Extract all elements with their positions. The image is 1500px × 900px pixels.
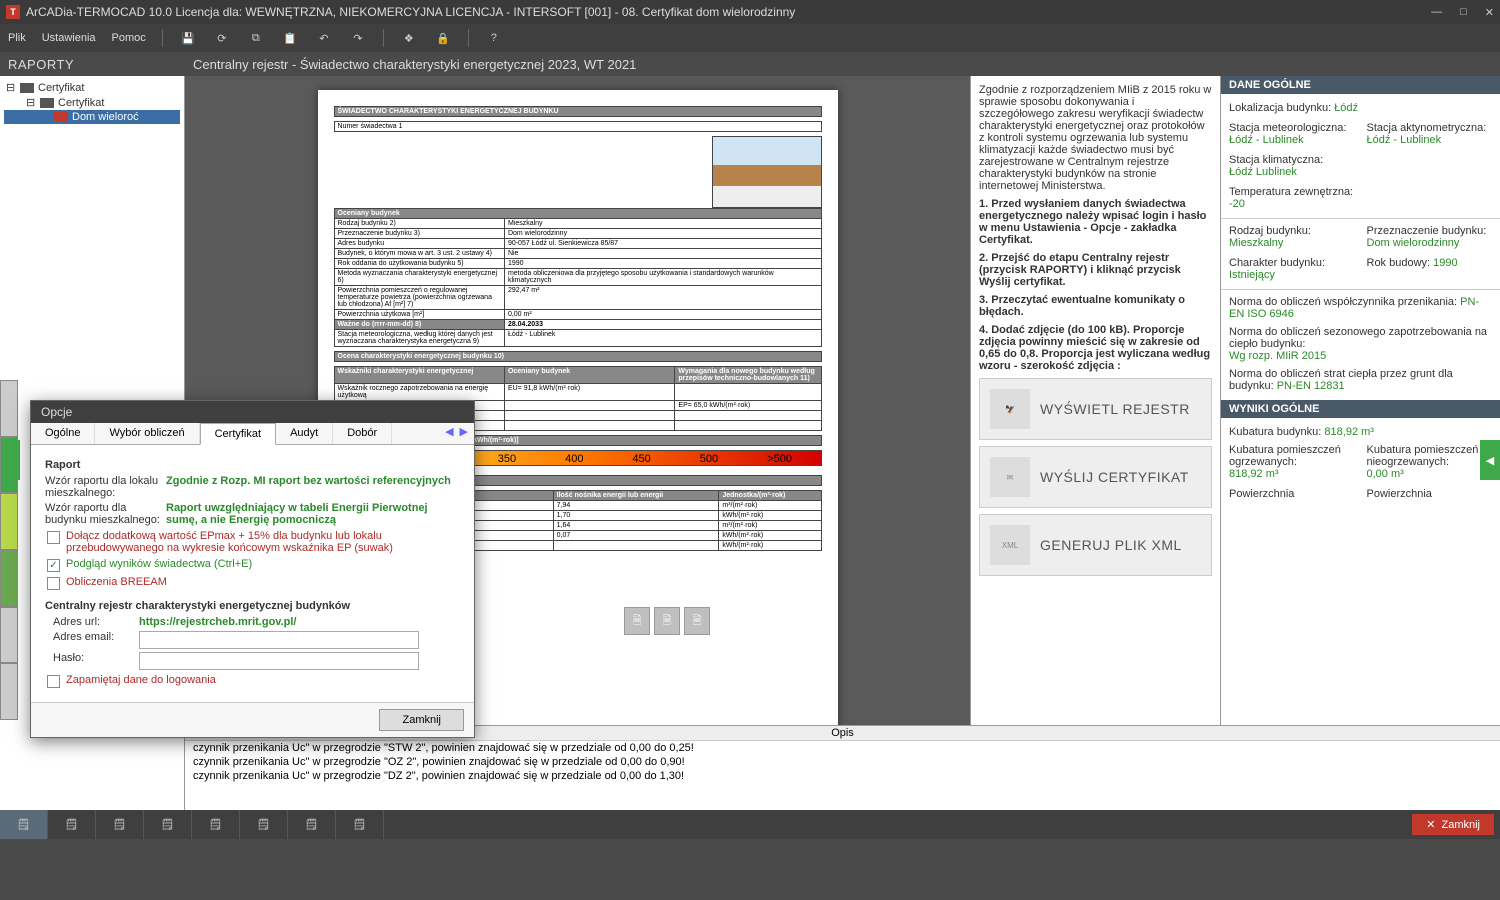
- password-field[interactable]: [139, 652, 419, 670]
- save-icon[interactable]: 💾: [179, 29, 197, 47]
- breadcrumb: Centralny rejestr - Świadectwo charakter…: [185, 57, 636, 72]
- doc-icon: [20, 83, 34, 93]
- close-button[interactable]: ✕ Zamknij: [1412, 814, 1494, 835]
- window-controls: — □ ✕: [1431, 6, 1494, 19]
- send-cert-button[interactable]: ✉WYŚLIJ CERTYFIKAT: [979, 446, 1212, 508]
- doc-btn-3[interactable]: 🗎: [684, 607, 710, 635]
- tab-dobor[interactable]: Dobór: [333, 423, 392, 444]
- dialog-footer: Zamknij: [31, 702, 474, 737]
- show-registry-button[interactable]: 🦅WYŚWIETL REJESTR: [979, 378, 1212, 440]
- message-line: czynnik przenikania Uc" w przegrodzie "S…: [185, 741, 1500, 755]
- app-icon: T: [6, 5, 20, 19]
- status-tab-7[interactable]: 🗒: [288, 810, 336, 839]
- color-strip: [0, 380, 18, 720]
- redo-icon[interactable]: ↷: [349, 29, 367, 47]
- tab-audyt[interactable]: Audyt: [276, 423, 333, 444]
- status-tab-8[interactable]: 🗒: [336, 810, 384, 839]
- tree-node[interactable]: ⊟Certyfikat: [4, 95, 180, 110]
- tree-node-selected[interactable]: Dom wieloroć: [4, 110, 180, 124]
- close-icon[interactable]: ✕: [1485, 6, 1494, 19]
- tab-certyfikat[interactable]: Certyfikat: [200, 423, 276, 445]
- strip-item[interactable]: [0, 550, 18, 607]
- panel-toggle-right[interactable]: ◀: [1480, 440, 1500, 480]
- strip-item[interactable]: [0, 493, 18, 550]
- refresh-icon[interactable]: ⟳: [213, 29, 231, 47]
- doc-btn-1[interactable]: 🗎: [624, 607, 650, 635]
- panel-heading: WYNIKI OGÓLNE: [1221, 400, 1500, 418]
- dialog-title: Opcje: [31, 401, 474, 423]
- status-tab-1[interactable]: 🗒: [0, 810, 48, 839]
- checkbox-podglad[interactable]: ✓Podgląd wyników świadectwa (Ctrl+E): [47, 558, 460, 572]
- subheader: RAPORTY Centralny rejestr - Świadectwo c…: [0, 52, 1500, 76]
- tab-ogolne[interactable]: Ogólne: [31, 423, 95, 444]
- menu-ustawienia[interactable]: Ustawienia: [42, 32, 96, 44]
- dialog-close-button[interactable]: Zamknij: [379, 709, 464, 731]
- status-tab-6[interactable]: 🗒: [240, 810, 288, 839]
- message-line: czynnik przenikania Uc" w przegrodzie "D…: [185, 769, 1500, 783]
- tab-wybor[interactable]: Wybór obliczeń: [95, 423, 199, 444]
- email-field[interactable]: [139, 631, 419, 649]
- titlebar: T ArCADia-TERMOCAD 10.0 Licencja dla: WE…: [0, 0, 1500, 24]
- checkbox-remember[interactable]: Zapamiętaj dane do logowania: [47, 674, 460, 688]
- checkbox-epmax[interactable]: Dołącz dodatkową wartość EPmax + 15% dla…: [47, 530, 460, 554]
- tree-node[interactable]: ⊟Certyfikat: [4, 80, 180, 95]
- dialog-body: Raport Wzór raportu dla lokalu mieszkaln…: [31, 445, 474, 702]
- undo-icon[interactable]: ↶: [315, 29, 333, 47]
- flag-icon: [54, 112, 68, 122]
- status-tab-4[interactable]: 🗒: [144, 810, 192, 839]
- menu-plik[interactable]: Plik: [8, 32, 26, 44]
- panel-heading: DANE OGÓLNE: [1221, 76, 1500, 94]
- layers-icon[interactable]: ❖: [400, 29, 418, 47]
- paste-icon[interactable]: 📋: [281, 29, 299, 47]
- status-tab-3[interactable]: 🗒: [96, 810, 144, 839]
- collapse-icon[interactable]: ⊟: [26, 96, 36, 109]
- lock-icon[interactable]: 🔒: [434, 29, 452, 47]
- collapse-icon[interactable]: ⊟: [6, 81, 16, 94]
- statusbar: 🗒 🗒 🗒 🗒 🗒 🗒 🗒 🗒 ✕ Zamknij: [0, 810, 1500, 839]
- strip-item[interactable]: [0, 607, 18, 664]
- doc-action-buttons: 🗎 🗎 🗎: [624, 607, 710, 635]
- building-photo: [712, 136, 822, 208]
- doc-icon: [40, 98, 54, 108]
- properties-panel: DANE OGÓLNE Lokalizacja budynku: Łódź St…: [1220, 76, 1500, 725]
- checkbox-breeam[interactable]: Obliczenia BREEAM: [47, 576, 460, 590]
- options-dialog: Opcje Ogólne Wybór obliczeń Certyfikat A…: [30, 400, 475, 738]
- send-icon: ✉: [990, 457, 1030, 497]
- help-icon[interactable]: ?: [485, 29, 503, 47]
- message-line: czynnik przenikania Uc" w przegrodzie "O…: [185, 755, 1500, 769]
- strip-item[interactable]: [0, 437, 18, 494]
- dialog-tabs: Ogólne Wybór obliczeń Certyfikat Audyt D…: [31, 423, 474, 445]
- maximize-icon[interactable]: □: [1460, 6, 1467, 19]
- minimize-icon[interactable]: —: [1431, 6, 1442, 19]
- doc-btn-2[interactable]: 🗎: [654, 607, 680, 635]
- instructions-panel: Zgodnie z rozporządzeniem MIiB z 2015 ro…: [970, 76, 1220, 725]
- status-tab-5[interactable]: 🗒: [192, 810, 240, 839]
- menubar: Plik Ustawienia Pomoc 💾 ⟳ ⧉ 📋 ↶ ↷ ❖ 🔒 ?: [0, 24, 1500, 52]
- strip-item[interactable]: [0, 663, 18, 720]
- window-title: ArCADia-TERMOCAD 10.0 Licencja dla: WEWN…: [26, 5, 1431, 19]
- xml-icon: XML: [990, 525, 1030, 565]
- prev-tab-icon[interactable]: ◀: [443, 425, 455, 442]
- generate-xml-button[interactable]: XMLGENERUJ PLIK XML: [979, 514, 1212, 576]
- registry-icon: 🦅: [990, 389, 1030, 429]
- next-tab-icon[interactable]: ▶: [458, 425, 470, 442]
- menu-pomoc[interactable]: Pomoc: [112, 32, 146, 44]
- section-title: RAPORTY: [0, 57, 185, 72]
- copy-icon[interactable]: ⧉: [247, 29, 265, 47]
- strip-item[interactable]: [0, 380, 18, 437]
- status-tab-2[interactable]: 🗒: [48, 810, 96, 839]
